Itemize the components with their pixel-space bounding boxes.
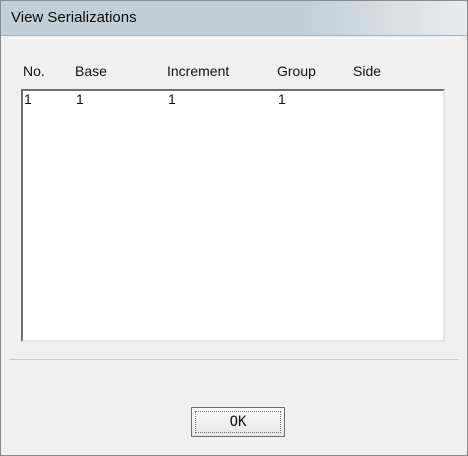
ok-button-label: OK xyxy=(229,414,247,430)
divider xyxy=(9,359,459,360)
cell-increment: 1 xyxy=(168,91,176,107)
cell-group: 1 xyxy=(278,91,286,107)
column-header-group: Group xyxy=(277,63,316,79)
ok-button[interactable]: OK xyxy=(191,407,285,437)
window-title: View Serializations xyxy=(11,9,137,26)
list-item[interactable]: 1 1 1 1 xyxy=(23,91,443,109)
cell-no: 1 xyxy=(24,91,32,107)
dialog-client-area: No. Base Increment Group Side 1 1 1 1 OK xyxy=(9,38,459,448)
cell-base: 1 xyxy=(76,91,84,107)
column-header-side: Side xyxy=(353,63,382,79)
title-bar[interactable]: View Serializations xyxy=(1,1,467,36)
column-header-row: No. Base Increment Group Side xyxy=(17,63,457,83)
column-header-no: No. xyxy=(23,63,45,79)
serializations-list[interactable]: 1 1 1 1 xyxy=(21,89,445,342)
column-header-increment: Increment xyxy=(167,63,230,79)
view-serializations-dialog: View Serializations No. Base Increment G… xyxy=(0,0,468,456)
column-header-base: Base xyxy=(75,63,107,79)
